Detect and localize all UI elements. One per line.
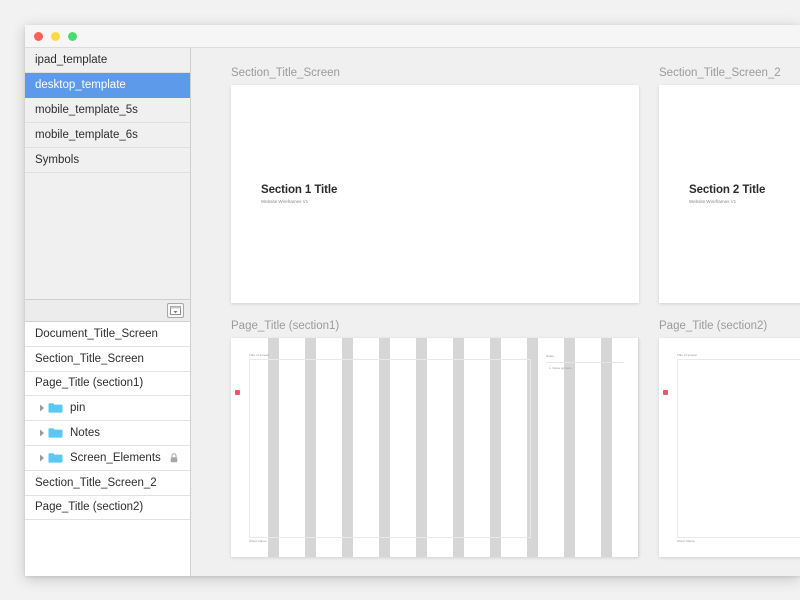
layer-row-section-title-screen[interactable]: Section_Title_Screen — [25, 347, 190, 372]
layer-label: Page_Title (section2) — [35, 501, 190, 513]
maximize-window-button[interactable] — [68, 32, 77, 41]
insert-artboard-glyph — [170, 306, 181, 315]
artboard-block-section-title-screen: Section_Title_Screen Section 1 Title Web… — [231, 66, 639, 303]
sidebar-toolbar — [25, 299, 190, 322]
artboard-section-title-screen[interactable]: Section 1 Title Website Wireframes V1 — [231, 85, 639, 303]
layer-label: Section_Title_Screen_2 — [35, 477, 190, 489]
chevron-right-icon[interactable] — [35, 454, 48, 462]
artboard-label[interactable]: Page_Title (section1) — [231, 319, 639, 333]
pin-marker[interactable] — [663, 390, 668, 395]
close-window-button[interactable] — [34, 32, 43, 41]
artboard-section-title-screen-2[interactable]: Section 2 Title Website Wireframes V1 — [659, 85, 800, 303]
application-window: ipad_template desktop_template mobile_te… — [25, 25, 800, 576]
pin-marker[interactable] — [235, 390, 240, 395]
window-titlebar — [25, 25, 800, 48]
layer-label: pin — [70, 402, 190, 414]
folder-icon — [48, 452, 63, 464]
folder-icon — [48, 402, 63, 414]
section-title-text: Section 1 Title — [261, 184, 337, 196]
notes-item-text: 1. Notes go here... — [549, 366, 574, 370]
layers-list: Document_Title_Screen Section_Title_Scre… — [25, 322, 190, 576]
layer-row-pin[interactable]: pin — [25, 396, 190, 421]
folder-icon — [48, 427, 63, 439]
notes-divider — [546, 362, 624, 363]
layer-row-document-title-screen[interactable]: Document_Title_Screen — [25, 322, 190, 347]
section-title-text: Section 2 Title — [689, 184, 765, 196]
chevron-right-glyph — [39, 454, 45, 462]
minimize-window-button[interactable] — [51, 32, 60, 41]
screen-title-label: Title of screen — [249, 353, 269, 357]
chevron-right-glyph — [39, 429, 45, 437]
layer-label: Document_Title_Screen — [35, 328, 190, 340]
lock-glyph — [170, 453, 178, 463]
client-name-label: Client Name — [677, 539, 695, 543]
folder-glyph — [48, 402, 63, 414]
artboard-block-section-title-screen-2: Section_Title_Screen_2 Section 2 Title W… — [659, 66, 800, 303]
page-item-ipad-template[interactable]: ipad_template — [25, 48, 190, 73]
layer-row-section-title-screen-2[interactable]: Section_Title_Screen_2 — [25, 471, 190, 496]
left-sidebar: ipad_template desktop_template mobile_te… — [25, 48, 191, 576]
window-body: ipad_template desktop_template mobile_te… — [25, 48, 800, 576]
artboard-block-page-title-section1: Page_Title (section1) — [231, 319, 639, 557]
artboard-page-title-section2[interactable]: Title of screen Client Name ............… — [659, 338, 800, 557]
notes-title-label: Notes — [546, 354, 554, 358]
layer-label: Page_Title (section1) — [35, 377, 190, 389]
chevron-right-icon[interactable] — [35, 429, 48, 437]
section-subtitle-text: Website Wireframes V1 — [689, 199, 765, 204]
section-subtitle-text: Website Wireframes V1 — [261, 199, 337, 204]
layer-row-screen-elements[interactable]: Screen_Elements — [25, 446, 190, 471]
section-title-block: Section 2 Title Website Wireframes V1 — [689, 184, 765, 204]
artboard-label[interactable]: Section_Title_Screen_2 — [659, 66, 800, 80]
traffic-light-group — [34, 32, 77, 41]
page-item-desktop-template[interactable]: desktop_template — [25, 73, 190, 98]
chevron-right-icon[interactable] — [35, 404, 48, 412]
page-item-mobile-template-5s[interactable]: mobile_template_5s — [25, 98, 190, 123]
pages-list: ipad_template desktop_template mobile_te… — [25, 48, 190, 299]
folder-glyph — [48, 452, 63, 464]
pages-list-empty-area — [25, 173, 190, 299]
screen-content-frame — [677, 359, 800, 538]
page-item-symbols[interactable]: Symbols — [25, 148, 190, 173]
artboard-page-title-section1[interactable]: Title of screen Client Name Notes 1. Not… — [231, 338, 639, 557]
artboard-label[interactable]: Page_Title (section2) — [659, 319, 800, 333]
screen-title-label: Title of screen — [677, 353, 697, 357]
artboard-label[interactable]: Section_Title_Screen — [231, 66, 639, 80]
client-name-label: Client Name — [249, 539, 267, 543]
folder-glyph — [48, 427, 63, 439]
lock-icon[interactable] — [166, 453, 182, 463]
canvas-area[interactable]: Section_Title_Screen Section 1 Title Web… — [191, 48, 800, 576]
screen-content-frame — [249, 359, 531, 538]
insert-artboard-icon[interactable] — [167, 303, 184, 318]
artboard-block-page-title-section2: Page_Title (section2) Title of screen Cl… — [659, 319, 800, 557]
layer-row-notes[interactable]: Notes — [25, 421, 190, 446]
chevron-right-glyph — [39, 404, 45, 412]
layer-label: Notes — [70, 427, 190, 439]
layer-row-page-title-section1[interactable]: Page_Title (section1) — [25, 372, 190, 397]
layers-list-empty-area — [25, 520, 190, 576]
layer-label: Screen_Elements — [70, 452, 166, 464]
page-item-mobile-template-6s[interactable]: mobile_template_6s — [25, 123, 190, 148]
layer-label: Section_Title_Screen — [35, 353, 190, 365]
section-title-block: Section 1 Title Website Wireframes V1 — [261, 184, 337, 204]
layer-row-page-title-section2[interactable]: Page_Title (section2) — [25, 496, 190, 521]
